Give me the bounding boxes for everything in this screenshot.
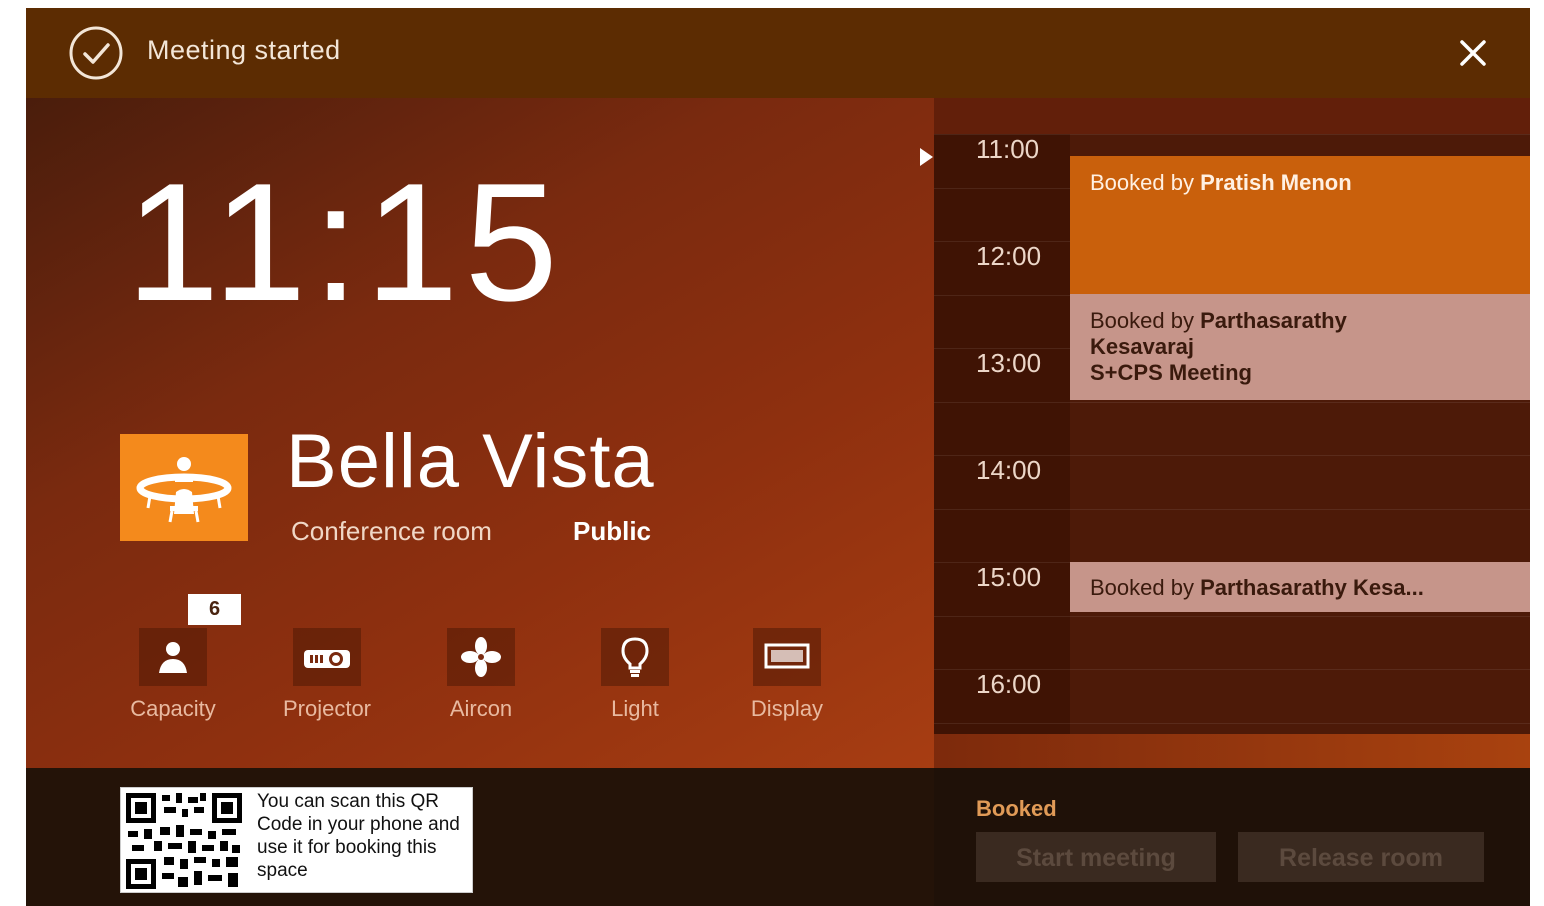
amenity-label: Capacity [130,696,216,721]
half-hour-line [934,723,1530,724]
schedule-timeline[interactable]: 11:00 12:00 13:00 14:00 15:00 16:00 Book… [934,98,1530,768]
projector-icon [304,650,350,668]
amenity-label: Projector [282,696,372,721]
half-hour-line [934,402,1530,403]
current-time: 11:15 [126,148,564,336]
monitor-icon [764,643,810,669]
conference-table-icon [120,434,248,541]
hour-label: 16:00 [976,669,1042,699]
amenity-projector: Projector [272,628,382,722]
booking-block[interactable]: Booked by Parthasarathy Kesa... [1070,562,1530,612]
booking-prefix: Booked by [1090,575,1194,600]
capacity-badge: 6 [188,594,241,625]
hour-label: 12:00 [976,241,1042,271]
notification-bar: Meeting started [26,8,1530,98]
booking-organizer: Parthasarathy [1200,308,1347,333]
hour-label: 15:00 [976,562,1042,592]
release-room-button[interactable]: Release room [1238,832,1484,882]
schedule-header-strip [934,98,1530,134]
hour-gutter [934,134,1070,734]
booking-prefix: Booked by [1090,308,1194,333]
qr-code-icon [124,791,244,891]
fan-icon [461,637,501,677]
amenity-label: Display [750,696,824,721]
room-access: Public [573,516,652,546]
half-hour-line [934,616,1530,617]
booking-organizer: Parthasarathy Kesa... [1200,575,1424,600]
room-type: Conference room [291,516,492,546]
room-status: Booked [976,796,1057,821]
qr-instructions: You can scan this QR Code in your phone … [257,791,460,881]
booking-block[interactable]: Booked by Pratish Menon [1070,156,1530,294]
lightbulb-icon [621,637,649,677]
hour-label: 14:00 [976,455,1042,485]
hour-label: 13:00 [976,348,1042,378]
booking-actions: Booked Start meeting Release room [934,768,1530,906]
hour-label: 11:00 [976,134,1040,164]
person-icon [159,642,187,673]
current-time-marker [920,148,933,166]
qr-card: You can scan this QR Code in your phone … [120,787,473,893]
amenity-light: Light [580,628,690,722]
booking-prefix: Booked by [1090,170,1194,195]
schedule-footer-strip [934,734,1530,768]
room-info-area: 11:15 Bella Vista Conference room Public… [26,98,934,768]
start-meeting-button[interactable]: Start meeting [976,832,1216,882]
amenity-label: Light [611,696,659,721]
amenity-capacity: Capacity [118,628,228,722]
footer-bar: You can scan this QR Code in your phone … [26,768,1530,906]
close-icon[interactable] [1458,38,1488,68]
check-circle-icon [69,26,123,80]
room-panel: Meeting started 11:15 Bella Vista Confer… [26,8,1530,906]
amenity-aircon: Aircon [426,628,536,722]
half-hour-line [934,509,1530,510]
amenity-display: Display [732,628,842,722]
room-name: Bella Vista [286,419,655,504]
notification-message: Meeting started [147,35,341,65]
amenity-label: Aircon [449,696,513,721]
booking-title: S+CPS Meeting [1090,360,1252,385]
booking-organizer: Pratish Menon [1200,170,1352,195]
booking-block[interactable]: Booked by Parthasarathy Kesavaraj S+CPS … [1070,294,1530,400]
booking-organizer-cont: Kesavaraj [1090,334,1194,359]
